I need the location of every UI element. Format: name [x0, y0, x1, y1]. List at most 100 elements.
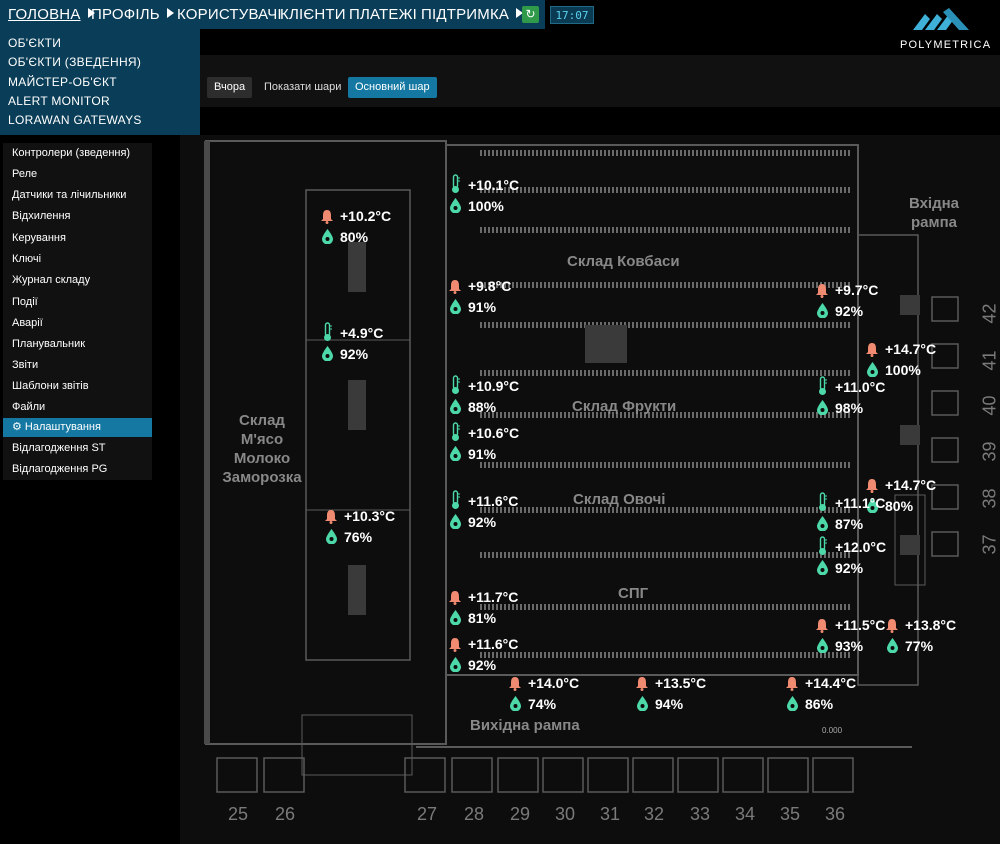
dock-door-bottom — [216, 757, 258, 793]
refresh-icon[interactable]: ↻ — [522, 6, 539, 23]
dock-door-right — [931, 390, 959, 416]
sidebar-item[interactable]: Відлагодження PG — [3, 460, 152, 479]
sidebar-item[interactable]: Ключі — [3, 250, 152, 269]
sensor-humidity: 92% — [835, 560, 864, 576]
nav-item-payments[interactable]: ПЛАТЕЖІ — [349, 6, 417, 23]
thermometer-icon — [450, 174, 461, 199]
show-layers-button[interactable]: Показати шари — [257, 77, 348, 98]
dock-number-right: 42 — [979, 303, 1000, 324]
dock-number-bottom: 30 — [555, 804, 576, 824]
sensor-humidity: 91% — [468, 446, 497, 462]
sidebar-item-label: Відлагодження ST — [12, 442, 106, 454]
sidebar-item[interactable]: Контролери (зведення) — [3, 144, 152, 163]
equipment-block — [585, 325, 627, 363]
sidebar-item-label: Відлагодження PG — [12, 463, 108, 475]
chevron-right-icon — [166, 8, 174, 18]
sensor-humidity: 92% — [835, 303, 864, 319]
sidebar-item[interactable]: Відлагодження ST — [3, 439, 152, 458]
sidebar-item-label: Звіти — [12, 359, 39, 371]
humidity-drop-icon — [450, 198, 461, 218]
humidity-drop-icon — [817, 303, 828, 323]
sensor-temperature: +13.8°C — [905, 617, 957, 633]
dropdown-item-objects-summary[interactable]: ОБ'ЄКТИ (ЗВЕДЕННЯ) — [8, 55, 141, 69]
sidebar-item[interactable]: Події — [3, 293, 152, 312]
yesterday-button[interactable]: Вчора — [207, 77, 253, 98]
sensor-humidity: 77% — [905, 638, 934, 654]
dock-door-bottom — [451, 757, 493, 793]
humidity-drop-icon — [817, 516, 828, 536]
nav-item-support[interactable]: ПІДТРИМКА — [421, 6, 524, 23]
layer-toolbar: Вчора Показати шари Основний шар — [200, 55, 1000, 107]
dropdown-item-lorawan-gateways[interactable]: LORAWAN GATEWAYS — [8, 113, 142, 127]
sidebar-item-label: Налаштування — [24, 421, 101, 433]
sidebar-item[interactable]: Керування — [3, 229, 152, 248]
meat-line-2: М'ясо — [240, 431, 284, 448]
gear-icon: ⚙ — [12, 421, 25, 433]
home-dropdown-menu: ОБ'ЄКТИ ОБ'ЄКТИ (ЗВЕДЕННЯ) МАЙСТЕР-ОБ'ЄК… — [0, 29, 200, 135]
sidebar-item-label: Контролери (зведення) — [12, 147, 131, 159]
sensor-temperature: +14.4°C — [805, 675, 857, 691]
sensor-temperature: +10.9°C — [468, 378, 520, 394]
nav-item-profile[interactable]: ПРОФІЛЬ — [91, 6, 174, 23]
main-layer-button[interactable]: Основний шар — [348, 77, 437, 98]
humidity-drop-icon — [322, 346, 333, 366]
sensor-humidity: 88% — [468, 399, 497, 415]
nav-item-home[interactable]: ГОЛОВНА — [8, 6, 95, 23]
dock-door-bottom — [677, 757, 719, 793]
dock-number-right: 39 — [979, 441, 1000, 462]
sensor-temperature: +10.6°C — [468, 425, 520, 441]
thermometer-icon — [817, 536, 828, 561]
dock-number-bottom: 28 — [464, 804, 485, 824]
bell-icon — [320, 209, 334, 229]
rack-block — [348, 565, 366, 615]
entry-ramp-line-1: Вхідна — [908, 195, 960, 212]
sensor-humidity: 76% — [344, 529, 373, 545]
sidebar-item[interactable]: Датчики та лічильники — [3, 186, 152, 205]
sidebar-item[interactable]: Реле — [3, 165, 152, 184]
top-bar: ГОЛОВНА ПРОФІЛЬ КОРИСТУВАЧІ КЛІЄНТИ ПЛАТ… — [0, 0, 1000, 51]
nav-item-clients[interactable]: КЛІЄНТИ — [280, 6, 346, 23]
nav-item-users[interactable]: КОРИСТУВАЧІ — [177, 6, 282, 23]
bell-icon — [885, 618, 899, 638]
logo: POLYMETRICA — [900, 8, 990, 51]
dropdown-item-objects[interactable]: ОБ'ЄКТИ — [8, 36, 61, 50]
nav-profile-label: ПРОФІЛЬ — [91, 6, 160, 23]
dock-number-bottom: 25 — [228, 804, 249, 824]
humidity-drop-icon — [817, 400, 828, 420]
bell-icon — [448, 590, 462, 610]
sidebar-item[interactable]: ⚙ Налаштування — [3, 418, 152, 437]
thermometer-icon — [322, 322, 333, 347]
humidity-drop-icon — [450, 514, 461, 534]
sensor-humidity: 94% — [655, 696, 684, 712]
sensor-humidity: 92% — [468, 657, 497, 673]
sensor-humidity: 92% — [340, 346, 369, 362]
sidebar-item[interactable]: Аварії — [3, 314, 152, 333]
sidebar-item[interactable]: Шаблони звітів — [3, 377, 152, 396]
sensor-temperature: +11.0°C — [835, 379, 886, 395]
dropdown-item-alert-monitor[interactable]: ALERT MONITOR — [8, 94, 110, 108]
dock-door-right — [931, 296, 959, 322]
bell-icon — [785, 676, 799, 696]
sensor-humidity: 74% — [528, 696, 557, 712]
sidebar-item[interactable]: Журнал складу — [3, 271, 152, 290]
sidebar-item[interactable]: Відхилення — [3, 207, 152, 226]
dock-number-right: 38 — [979, 488, 1000, 509]
dock-door-right — [931, 437, 959, 463]
sidebar-item[interactable]: Файли — [3, 398, 152, 417]
sidebar-item-label: Планувальник — [12, 338, 86, 350]
humidity-drop-icon — [450, 299, 461, 319]
sensor-humidity: 98% — [835, 400, 864, 416]
dock-door-bottom — [263, 757, 305, 793]
dock-number-right: 40 — [979, 395, 1000, 416]
dock-door-bottom — [542, 757, 584, 793]
entry-ramp-line-2: рампа — [910, 214, 957, 231]
bell-icon — [865, 342, 879, 362]
dock-number-bottom: 36 — [825, 804, 846, 824]
dropdown-item-master-object[interactable]: МАЙСТЕР-ОБ'ЄКТ — [8, 75, 117, 89]
thermometer-icon — [817, 492, 828, 517]
sidebar-item[interactable]: Звіти — [3, 356, 152, 375]
bell-icon — [324, 509, 338, 529]
sidebar-item[interactable]: Планувальник — [3, 335, 152, 354]
dock-number-right: 41 — [979, 350, 1000, 371]
humidity-drop-icon — [887, 638, 898, 658]
